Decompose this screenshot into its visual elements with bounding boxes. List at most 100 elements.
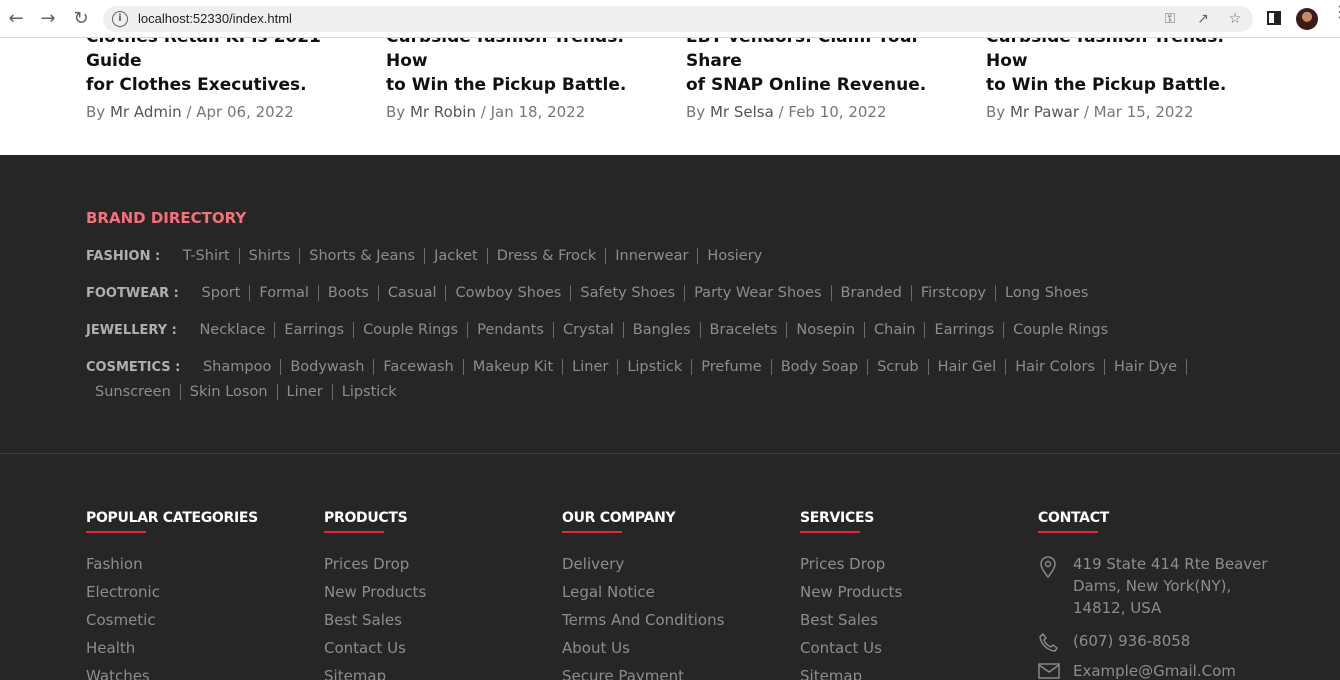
brand-link[interactable]: Sport [195, 285, 251, 301]
site-info-icon[interactable]: i [112, 11, 128, 27]
brand-link[interactable]: Sunscreen [86, 384, 181, 400]
footer-link[interactable]: Cosmetic [86, 611, 306, 639]
footer-link[interactable]: Prices Drop [800, 555, 1020, 583]
post-title-line[interactable]: to Win the Pickup Battle. [986, 73, 1266, 97]
footer-link[interactable]: Prices Drop [324, 555, 544, 583]
star-icon[interactable]: ☆ [1226, 10, 1244, 28]
post-author[interactable]: Mr Robin [410, 103, 476, 121]
post-title[interactable]: Curbside fashion Trends: How to Win the … [386, 38, 666, 97]
footer-link[interactable]: Terms And Conditions [562, 611, 782, 639]
post-title[interactable]: Curbside fashion Trends: How to Win the … [986, 38, 1266, 97]
brand-link[interactable]: Formal [250, 285, 319, 301]
footer-link[interactable]: Best Sales [800, 611, 1020, 639]
profile-avatar[interactable] [1296, 8, 1318, 30]
contact-phone[interactable]: (607) 936-8058 [1038, 630, 1268, 660]
brand-link[interactable]: Hair Colors [1006, 359, 1106, 375]
post-author[interactable]: Mr Selsa [710, 103, 774, 121]
brand-link[interactable]: Bracelets [701, 322, 788, 338]
brand-link[interactable]: Earrings [925, 322, 1005, 338]
brand-link[interactable]: Pendants [468, 322, 554, 338]
brand-link[interactable]: Casual [379, 285, 447, 301]
brand-link[interactable]: Safety Shoes [571, 285, 686, 301]
brand-link[interactable]: Bodywash [281, 359, 375, 375]
brand-link[interactable]: Jacket [425, 248, 488, 264]
brand-link[interactable]: Facewash [374, 359, 464, 375]
footer-link[interactable]: Sitemap [324, 667, 544, 680]
brand-link[interactable]: Innerwear [606, 248, 699, 264]
brand-link[interactable]: Liner [278, 384, 333, 400]
post-author[interactable]: Mr Admin [110, 103, 182, 121]
brand-link[interactable]: Hair Gel [929, 359, 1007, 375]
footer-link[interactable]: Contact Us [800, 639, 1020, 667]
brand-link[interactable]: Branded [832, 285, 912, 301]
key-icon[interactable]: ⚿ [1161, 10, 1179, 28]
footer-link[interactable]: New Products [800, 583, 1020, 611]
brand-link[interactable]: Boots [319, 285, 379, 301]
brand-link[interactable]: Lipstick [333, 384, 406, 400]
brand-link[interactable]: Lipstick [618, 359, 693, 375]
brand-link[interactable]: Hair Dye [1105, 359, 1188, 375]
brand-link[interactable]: Scrub [868, 359, 929, 375]
footer-link[interactable]: Legal Notice [562, 583, 782, 611]
brand-link[interactable]: T-Shirt [177, 248, 240, 264]
brand-link[interactable]: Firstcopy [912, 285, 996, 301]
footer-link[interactable]: Contact Us [324, 639, 544, 667]
brand-link[interactable]: Cowboy Shoes [446, 285, 572, 301]
brand-link[interactable]: Couple Rings [354, 322, 469, 338]
footer-link[interactable]: About Us [562, 639, 782, 667]
brand-link[interactable]: Shorts & Jeans [300, 248, 426, 264]
footer-link[interactable]: Health [86, 639, 306, 667]
footer-link[interactable]: Secure Payment [562, 667, 782, 680]
reload-icon[interactable]: ↻ [71, 9, 91, 29]
footer-link[interactable]: Fashion [86, 555, 306, 583]
footer-link[interactable]: Watches [86, 667, 306, 680]
blog-post[interactable]: Clothes Retail KPIs 2021 Guide for Cloth… [86, 38, 366, 121]
brand-link[interactable]: Dress & Frock [488, 248, 607, 264]
address-bar[interactable]: i localhost:52330/index.html ⚿ ↗ ☆ [103, 6, 1253, 32]
brand-link[interactable]: Party Wear Shoes [685, 285, 832, 301]
post-title-line[interactable]: of SNAP Online Revenue. [686, 73, 966, 97]
post-title-line[interactable]: Curbside fashion Trends: How [986, 38, 1266, 73]
forward-arrow-icon[interactable]: → [38, 9, 58, 29]
contact-email[interactable]: Example@Gmail.Com [1038, 660, 1268, 680]
footer-link[interactable]: Best Sales [324, 611, 544, 639]
post-title-line[interactable]: to Win the Pickup Battle. [386, 73, 666, 97]
email-text[interactable]: Example@Gmail.Com [1073, 662, 1236, 680]
brand-link[interactable]: Nosepin [787, 322, 866, 338]
blog-post[interactable]: EBT vendors: Claim Your Share of SNAP On… [686, 38, 966, 121]
post-title-line[interactable]: for Clothes Executives. [86, 73, 366, 97]
brand-link[interactable]: Couple Rings [1004, 322, 1117, 338]
footer-link[interactable]: Delivery [562, 555, 782, 583]
brand-link[interactable]: Makeup Kit [464, 359, 564, 375]
brand-link[interactable]: Hosiery [698, 248, 771, 264]
brand-link[interactable]: Skin Loson [181, 384, 278, 400]
footer-link[interactable]: Electronic [86, 583, 306, 611]
menu-dots-icon[interactable]: ⋮ [1332, 4, 1340, 30]
brand-link[interactable]: Shampoo [197, 359, 282, 375]
footer-link[interactable]: New Products [324, 583, 544, 611]
side-panel-icon[interactable] [1267, 11, 1281, 25]
footer-link[interactable]: Sitemap [800, 667, 1020, 680]
phone-text[interactable]: (607) 936-8058 [1073, 632, 1190, 650]
post-title-line[interactable]: Curbside fashion Trends: How [386, 38, 666, 73]
brand-link[interactable]: Long Shoes [996, 285, 1097, 301]
url-text[interactable]: localhost:52330/index.html [138, 11, 292, 26]
brand-link[interactable]: Body Soap [772, 359, 869, 375]
post-author[interactable]: Mr Pawar [1010, 103, 1079, 121]
brand-link[interactable]: Crystal [554, 322, 624, 338]
blog-post[interactable]: Curbside fashion Trends: How to Win the … [986, 38, 1266, 121]
post-title-line[interactable]: EBT vendors: Claim Your Share [686, 38, 966, 73]
brand-link[interactable]: Necklace [193, 322, 276, 338]
post-title[interactable]: Clothes Retail KPIs 2021 Guide for Cloth… [86, 38, 366, 97]
brand-link[interactable]: Chain [865, 322, 926, 338]
brand-link[interactable]: Shirts [240, 248, 301, 264]
brand-link[interactable]: Earrings [275, 322, 355, 338]
brand-link[interactable]: Prefume [692, 359, 772, 375]
brand-link[interactable]: Bangles [624, 322, 701, 338]
share-icon[interactable]: ↗ [1194, 10, 1212, 28]
post-title[interactable]: EBT vendors: Claim Your Share of SNAP On… [686, 38, 966, 97]
post-title-line[interactable]: Clothes Retail KPIs 2021 Guide [86, 38, 366, 73]
brand-link[interactable]: Liner [563, 359, 619, 375]
back-arrow-icon[interactable]: ← [6, 9, 26, 29]
blog-post[interactable]: Curbside fashion Trends: How to Win the … [386, 38, 666, 121]
